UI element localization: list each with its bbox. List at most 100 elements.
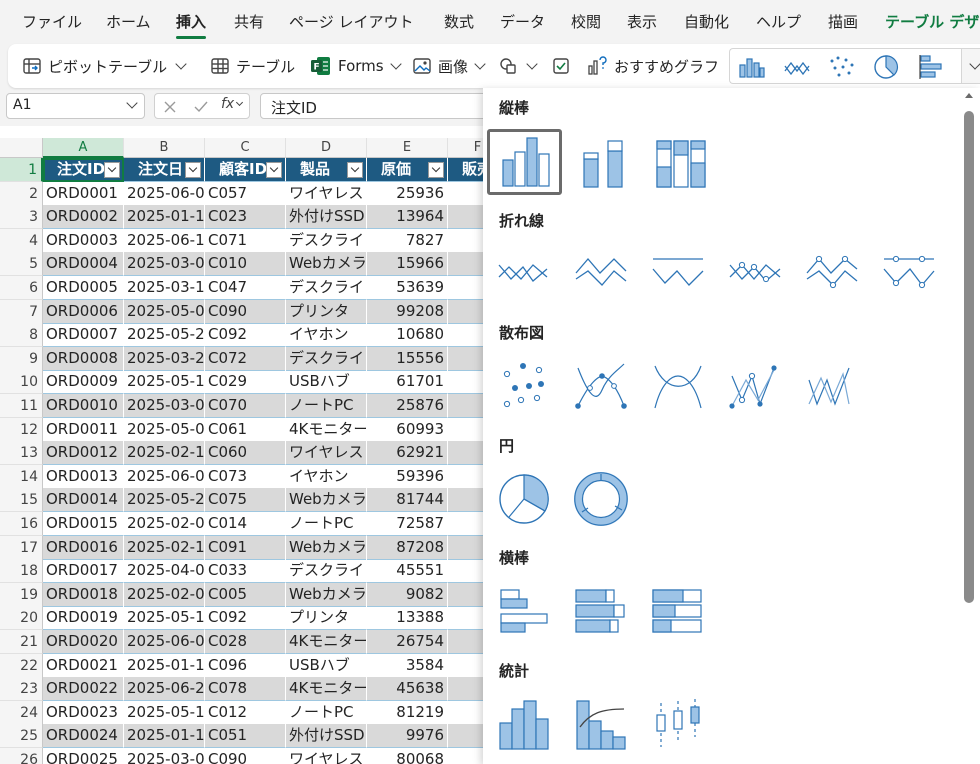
table-cell[interactable]: 外付けSSD [286,205,367,230]
table-cell[interactable]: 2025-06-0 [124,181,205,206]
table-cell[interactable]: 外付けSSD [286,724,367,749]
filter-dropdown-icon[interactable] [185,162,201,178]
table-cell[interactable]: ORD0017 [43,559,124,584]
confirm-icon[interactable] [193,100,209,114]
table-cell[interactable]: デスクライ [286,559,367,584]
table-cell[interactable]: ORD0016 [43,535,124,560]
row-header[interactable]: 15 [0,488,43,513]
table-header-cell[interactable]: 原価 [367,158,448,182]
table-cell[interactable]: 2025-02-0 [124,512,205,536]
table-cell[interactable]: デスクライ [286,276,367,300]
table-cell[interactable]: 13388 [367,606,448,631]
percent-stacked-line-with-markers-option[interactable] [877,243,941,303]
scatter-smooth-markers-option[interactable] [569,356,633,416]
row-header[interactable]: 5 [0,252,43,277]
table-cell[interactable]: 59396 [367,464,448,489]
table-cell[interactable]: C070 [205,394,286,418]
row-header[interactable]: 13 [0,441,43,466]
table-cell[interactable]: 3584 [367,653,448,678]
table-cell[interactable]: Webカメラ [286,488,367,513]
tab-file[interactable]: ファイル [22,11,82,32]
table-cell[interactable]: 81744 [367,488,448,513]
table-cell[interactable]: ORD0019 [43,606,124,631]
table-cell[interactable]: C012 [205,700,286,725]
table-cell[interactable]: 15966 [367,252,448,277]
column-header[interactable]: A [43,138,124,158]
table-cell[interactable]: 4Kモニター [286,417,367,442]
checkbox-button[interactable] [551,44,571,88]
table-cell[interactable]: 2025-01-1 [124,653,205,678]
column-header[interactable]: D [286,138,367,158]
row-header[interactable]: 16 [0,512,43,536]
table-header-cell[interactable]: 注文ID [43,158,124,182]
table-cell[interactable]: USBハブ [286,370,367,395]
line-with-markers-option[interactable] [723,243,787,303]
table-cell[interactable]: 2025-05-1 [124,606,205,631]
table-cell[interactable]: ORD0021 [43,653,124,678]
row-header[interactable]: 12 [0,417,43,442]
table-cell[interactable]: ORD0014 [43,488,124,513]
row-header[interactable]: 22 [0,653,43,678]
table-cell[interactable]: ORD0010 [43,394,124,418]
image-button[interactable]: 画像 [412,44,486,88]
table-cell[interactable]: 2025-01-1 [124,205,205,230]
row-header[interactable]: 10 [0,370,43,395]
table-cell[interactable]: ORD0011 [43,417,124,442]
scatter-chart-icon[interactable] [828,55,856,79]
table-cell[interactable]: ORD0020 [43,630,124,654]
row-header[interactable]: 8 [0,323,43,348]
row-header[interactable]: 19 [0,582,43,607]
table-cell[interactable]: C092 [205,323,286,348]
select-all-corner[interactable] [0,138,43,158]
table-cell[interactable]: ORD0007 [43,323,124,348]
row-header[interactable]: 20 [0,606,43,631]
row-header[interactable]: 23 [0,677,43,702]
row-header[interactable]: 3 [0,205,43,230]
table-cell[interactable]: 2025-04-0 [124,559,205,584]
table-cell[interactable]: デスクライ [286,228,367,253]
table-cell[interactable]: ORD0018 [43,582,124,607]
table-cell[interactable]: ノートPC [286,700,367,725]
table-cell[interactable]: 2025-06-2 [124,677,205,702]
histogram-option[interactable] [492,694,556,754]
stacked-line-option[interactable] [569,243,633,303]
table-cell[interactable]: C096 [205,653,286,678]
table-cell[interactable]: C078 [205,677,286,702]
table-cell[interactable]: 53639 [367,276,448,300]
table-cell[interactable]: C075 [205,488,286,513]
row-header[interactable]: 21 [0,630,43,654]
table-cell[interactable]: C072 [205,346,286,371]
table-cell[interactable]: C092 [205,606,286,631]
row-header[interactable]: 14 [0,464,43,489]
table-cell[interactable]: 26754 [367,630,448,654]
pie-option[interactable] [492,469,556,529]
tab-data[interactable]: データ [500,11,545,32]
table-cell[interactable]: 2025-01-1 [124,724,205,749]
table-cell[interactable]: 2025-02-1 [124,441,205,466]
table-cell[interactable]: ワイヤレス [286,748,367,764]
table-cell[interactable]: ORD0003 [43,228,124,253]
scatter-smooth-option[interactable] [646,356,710,416]
table-cell[interactable]: 2025-03-1 [124,276,205,300]
scatter-straight-markers-option[interactable] [723,356,787,416]
table-cell[interactable]: C071 [205,228,286,253]
stacked-bar-option[interactable] [569,582,633,642]
table-cell[interactable]: 2025-03-2 [124,346,205,371]
table-cell[interactable]: ORD0005 [43,276,124,300]
table-cell[interactable]: 2025-06-0 [124,464,205,489]
table-cell[interactable]: 13964 [367,205,448,230]
box-whisker-option[interactable] [646,694,710,754]
table-cell[interactable]: 2025-06-0 [124,630,205,654]
tab-formulas[interactable]: 数式 [444,11,474,32]
table-cell[interactable]: ORD0006 [43,299,124,324]
column-header[interactable]: B [124,138,205,158]
pivot-table-button[interactable]: ピボットテーブル [22,44,187,88]
scatter-option[interactable] [492,356,556,416]
table-cell[interactable]: 2025-03-0 [124,748,205,764]
table-cell[interactable]: 2025-05-1 [124,370,205,395]
tab-share[interactable]: 共有 [234,11,264,32]
recommended-charts-button[interactable]: おすすめグラフ [586,44,719,88]
column-header[interactable]: C [205,138,286,158]
row-header[interactable]: 4 [0,228,43,253]
table-cell[interactable]: イヤホン [286,323,367,348]
